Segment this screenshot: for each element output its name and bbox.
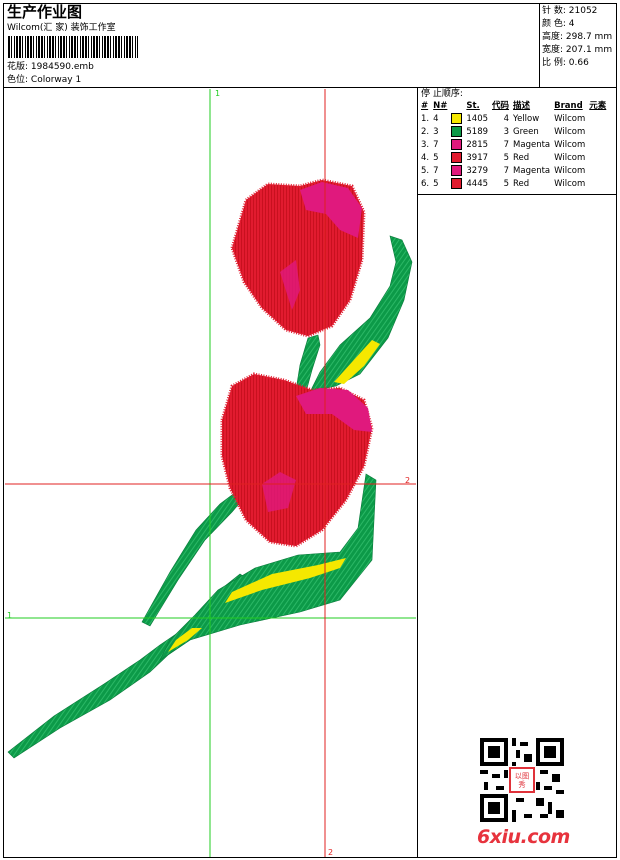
watermark-logo: 6xiu.com (477, 826, 570, 848)
guide-label-red-bottom: 2 (328, 848, 334, 857)
guide-label-red-right: 2 (405, 476, 411, 485)
guide-label-green-top: 1 (215, 89, 221, 98)
design-canvas (5, 89, 416, 857)
svg-text:秀: 秀 (518, 780, 525, 789)
svg-text:以图: 以图 (515, 771, 529, 780)
qr-code: 以图 秀 (480, 738, 564, 822)
guide-label-green-left: 1 (7, 611, 13, 620)
